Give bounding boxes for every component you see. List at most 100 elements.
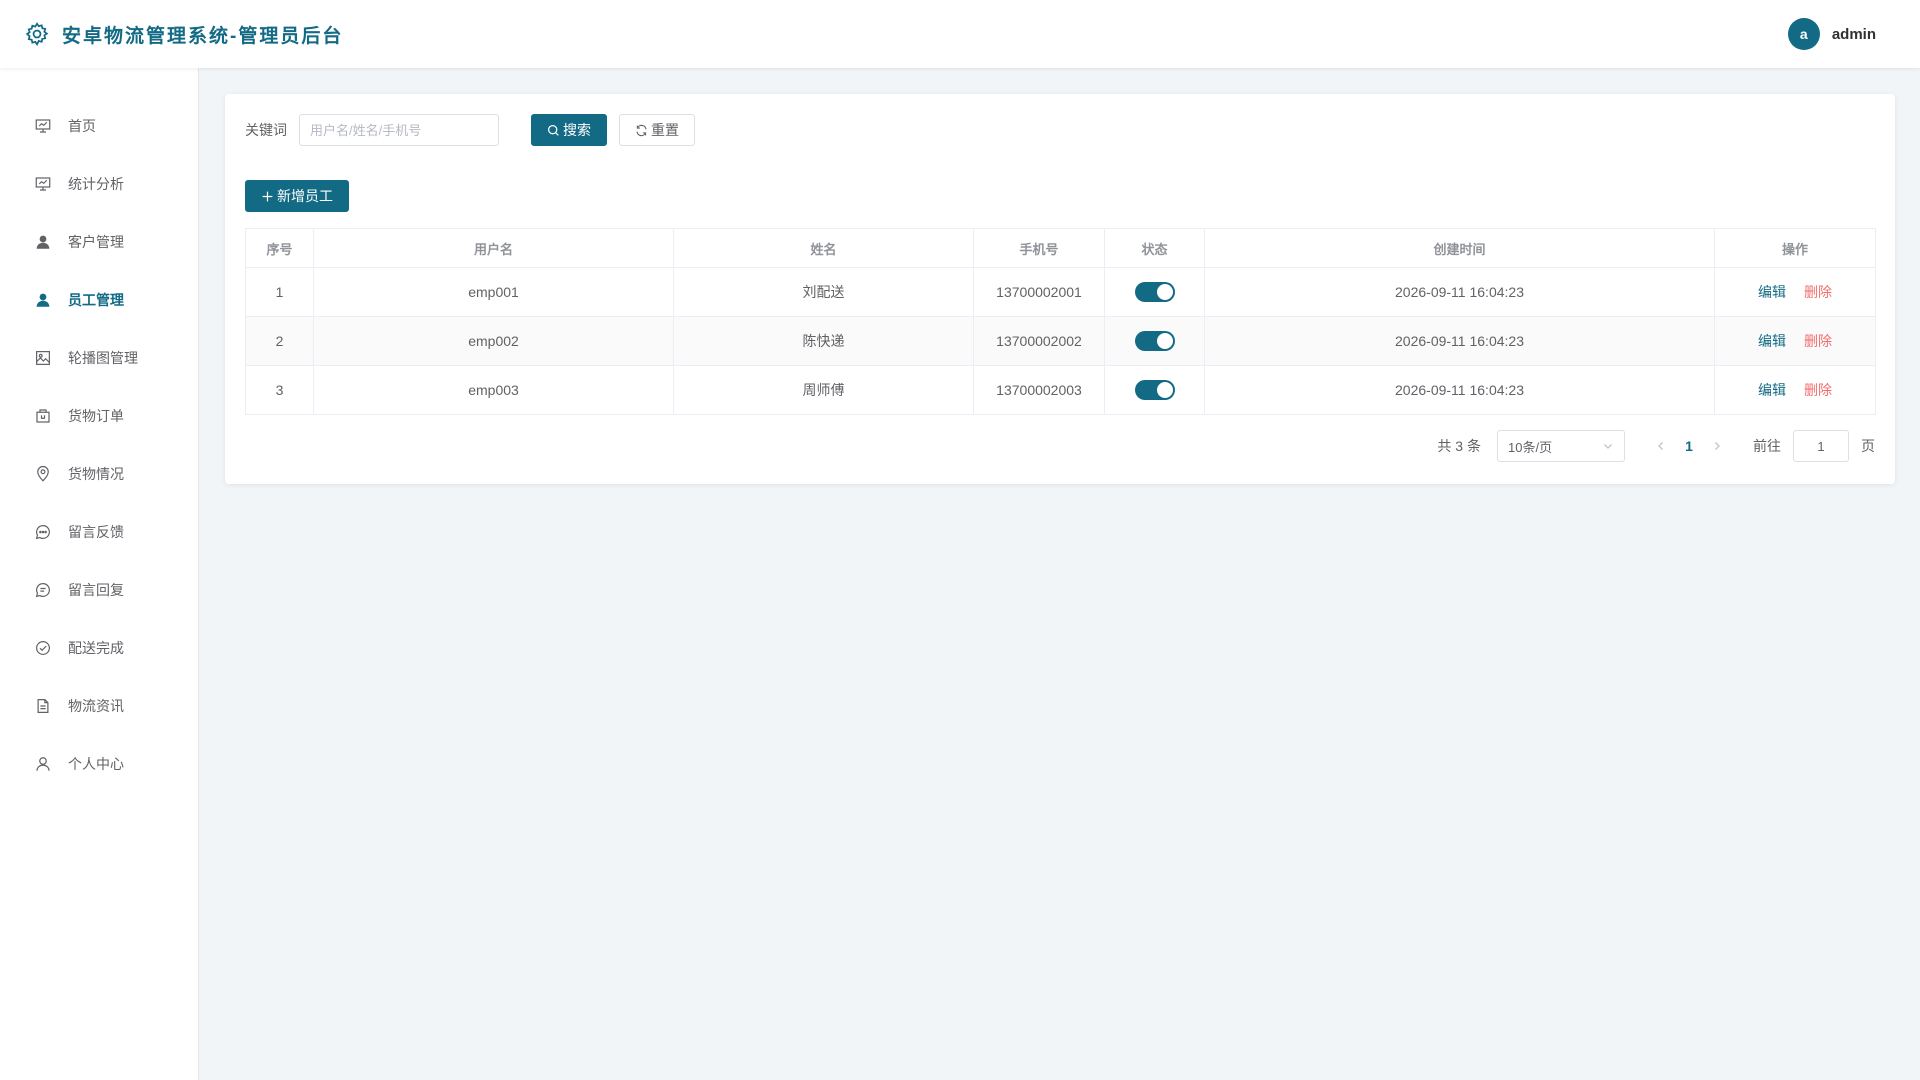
cell-status (1104, 365, 1205, 415)
cell-name: 刘配送 (673, 267, 974, 317)
table-row: 3 emp003 周师傅 13700002003 2026-09-11 16:0… (245, 365, 1876, 415)
page-size-select[interactable]: 10条/页 (1497, 430, 1625, 462)
goto-label: 前往 (1753, 438, 1781, 454)
reset-button[interactable]: 重置 (619, 114, 695, 146)
cell-created: 2026-09-11 16:04:23 (1204, 316, 1715, 366)
column-header-username: 用户名 (313, 228, 674, 268)
gear-icon (25, 22, 49, 46)
keyword-label: 关键词 (245, 122, 287, 138)
user-icon (36, 757, 50, 771)
sidebar-item-label: 客户管理 (68, 234, 124, 250)
chat-lines-icon (35, 583, 50, 598)
location-icon (37, 465, 49, 482)
search-button[interactable]: 搜索 (531, 114, 607, 146)
sidebar-item-banners[interactable]: 轮播图管理 (0, 329, 198, 387)
cell-username: emp001 (313, 267, 674, 317)
sidebar-item-label: 个人中心 (68, 756, 124, 772)
cell-created: 2026-09-11 16:04:23 (1204, 267, 1715, 317)
next-page-button[interactable] (1705, 440, 1729, 452)
page-number-current[interactable]: 1 (1673, 438, 1705, 454)
column-header-created: 创建时间 (1204, 228, 1715, 268)
circle-check-icon (36, 641, 50, 655)
table-header-row: 序号 用户名 姓名 手机号 状态 创建时间 操作 (245, 228, 1876, 268)
cell-phone: 13700002001 (973, 267, 1105, 317)
refresh-icon (636, 124, 647, 136)
add-employee-button[interactable]: 新增员工 (245, 180, 349, 212)
pagination: 共 3 条 10条/页 1 前往 页 (1437, 430, 1875, 462)
cell-username: emp002 (313, 316, 674, 366)
sidebar-item-customers[interactable]: 客户管理 (0, 213, 198, 271)
cell-actions: 编辑 删除 (1714, 365, 1876, 415)
sidebar-item-label: 留言反馈 (68, 524, 124, 540)
avatar[interactable]: a (1787, 18, 1820, 50)
column-header-actions: 操作 (1714, 228, 1876, 268)
search-button-label: 搜索 (563, 122, 591, 138)
sidebar-item-label: 统计分析 (68, 176, 124, 192)
status-toggle[interactable] (1134, 282, 1175, 302)
delete-link[interactable]: 删除 (1804, 382, 1832, 398)
search-icon (548, 124, 559, 136)
cell-name: 周师傅 (673, 365, 974, 415)
cell-actions: 编辑 删除 (1714, 316, 1876, 366)
cell-status (1104, 316, 1205, 366)
cell-index: 3 (245, 365, 314, 415)
cell-actions: 编辑 删除 (1714, 267, 1876, 317)
sidebar-item-home[interactable]: 首页 (0, 97, 198, 155)
column-header-index: 序号 (245, 228, 314, 268)
sidebar-item-label: 货物情况 (68, 466, 124, 482)
page-size-value: 10条/页 (1508, 439, 1553, 455)
sidebar-item-delivered[interactable]: 配送完成 (0, 619, 198, 677)
pagination-total: 共 3 条 (1437, 438, 1481, 454)
edit-link[interactable]: 编辑 (1758, 382, 1786, 398)
employee-table: 序号 用户名 姓名 手机号 状态 创建时间 操作 1 emp001 刘配送 13… (245, 228, 1876, 415)
cell-phone: 13700002003 (973, 365, 1105, 415)
user-menu[interactable]: a admin (1787, 18, 1876, 50)
sidebar-item-label: 留言回复 (68, 582, 124, 598)
app-title: 安卓物流管理系统-管理员后台 (62, 25, 344, 47)
plus-icon (262, 191, 273, 201)
sidebar-item-employees[interactable]: 员工管理 (0, 271, 198, 329)
sidebar-item-feedback[interactable]: 留言反馈 (0, 503, 198, 561)
cell-index: 1 (245, 267, 314, 317)
sidebar-item-cargo-status[interactable]: 货物情况 (0, 445, 198, 503)
picture-icon (36, 351, 50, 365)
reset-button-label: 重置 (651, 122, 679, 138)
cell-index: 2 (245, 316, 314, 366)
search-input[interactable] (299, 114, 499, 146)
delete-link[interactable]: 删除 (1804, 284, 1832, 300)
column-header-phone: 手机号 (973, 228, 1105, 268)
status-toggle[interactable] (1134, 331, 1175, 351)
sidebar-item-label: 配送完成 (68, 640, 124, 656)
sidebar-item-statistics[interactable]: 统计分析 (0, 155, 198, 213)
sidebar-item-orders[interactable]: 货物订单 (0, 387, 198, 445)
sidebar-item-replies[interactable]: 留言回复 (0, 561, 198, 619)
cell-created: 2026-09-11 16:04:23 (1204, 365, 1715, 415)
document-icon (37, 699, 49, 713)
goto-page-input[interactable] (1793, 430, 1849, 462)
employee-panel: 关键词 搜索 重置 新增员工 序号 用户名 姓名 手机号 状态 创建时间 操作 (225, 94, 1895, 484)
sidebar-item-label: 首页 (68, 118, 96, 134)
search-bar: 关键词 搜索 重置 (245, 114, 1875, 146)
cell-username: emp003 (313, 365, 674, 415)
page-suffix: 页 (1861, 438, 1875, 454)
box-icon (36, 409, 50, 423)
chat-dots-icon (35, 525, 50, 540)
presentation-icon (35, 119, 51, 133)
table-row: 2 emp002 陈快递 13700002002 2026-09-11 16:0… (245, 316, 1876, 366)
edit-link[interactable]: 编辑 (1758, 333, 1786, 349)
sidebar-item-news[interactable]: 物流资讯 (0, 677, 198, 735)
username[interactable]: admin (1832, 26, 1876, 43)
sidebar-item-label: 货物订单 (68, 408, 124, 424)
column-header-status: 状态 (1104, 228, 1205, 268)
brand: 安卓物流管理系统-管理员后台 (24, 21, 343, 48)
status-toggle[interactable] (1134, 380, 1175, 400)
cell-phone: 13700002002 (973, 316, 1105, 366)
sidebar-item-profile[interactable]: 个人中心 (0, 735, 198, 793)
chevron-right-icon (1715, 442, 1720, 450)
cell-status (1104, 267, 1205, 317)
chevron-left-icon (1658, 442, 1663, 450)
delete-link[interactable]: 删除 (1804, 333, 1832, 349)
prev-page-button[interactable] (1649, 440, 1673, 452)
sidebar-item-label: 员工管理 (68, 292, 124, 308)
edit-link[interactable]: 编辑 (1758, 284, 1786, 300)
